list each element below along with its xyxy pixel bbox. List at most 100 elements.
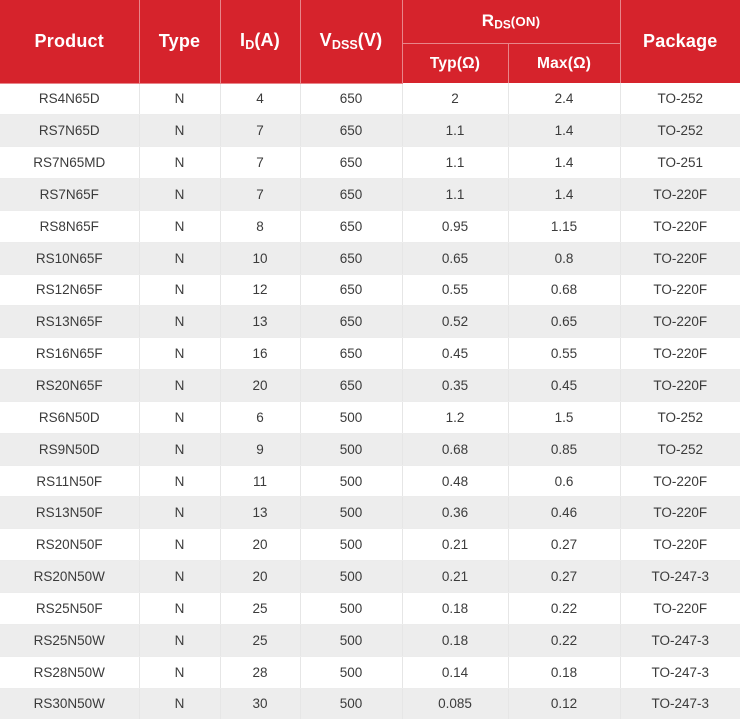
cell-rdson-typ: 0.68 xyxy=(402,433,508,465)
column-header-product-label: Product xyxy=(35,31,104,51)
cell-type: N xyxy=(139,242,220,274)
cell-rdson-max: 0.22 xyxy=(508,593,620,625)
cell-id: 10 xyxy=(220,242,300,274)
cell-rdson-max: 1.4 xyxy=(508,115,620,147)
cell-package: TO-251 xyxy=(620,147,740,179)
table-row: RS10N65FN106500.650.8TO-220F xyxy=(0,242,740,274)
cell-product: RS20N65F xyxy=(0,370,139,402)
cell-vdss: 650 xyxy=(300,306,402,338)
cell-id: 11 xyxy=(220,465,300,497)
column-header-id: ID(A) xyxy=(220,0,300,83)
column-header-rdson-typ: Typ(Ω) xyxy=(402,44,508,84)
cell-vdss: 500 xyxy=(300,497,402,529)
cell-product: RS7N65F xyxy=(0,179,139,211)
cell-rdson-max: 0.6 xyxy=(508,465,620,497)
cell-vdss: 650 xyxy=(300,179,402,211)
cell-vdss: 500 xyxy=(300,465,402,497)
cell-vdss: 650 xyxy=(300,210,402,242)
cell-product: RS12N65F xyxy=(0,274,139,306)
cell-vdss: 650 xyxy=(300,83,402,115)
cell-product: RS10N65F xyxy=(0,242,139,274)
cell-product: RS25N50W xyxy=(0,624,139,656)
cell-rdson-max: 0.65 xyxy=(508,306,620,338)
cell-vdss: 500 xyxy=(300,656,402,688)
cell-vdss: 500 xyxy=(300,561,402,593)
cell-rdson-typ: 0.085 xyxy=(402,688,508,719)
cell-type: N xyxy=(139,401,220,433)
cell-id: 4 xyxy=(220,83,300,115)
cell-rdson-max: 0.12 xyxy=(508,688,620,719)
product-specification-table: Product Type ID(A) VDSS(V) RDS(ON) Packa… xyxy=(0,0,740,719)
column-header-type-label: Type xyxy=(159,31,200,51)
cell-product: RS20N50W xyxy=(0,561,139,593)
column-header-rdson-subscript: DS xyxy=(494,18,511,32)
table-row: RS13N50FN135000.360.46TO-220F xyxy=(0,497,740,529)
cell-type: N xyxy=(139,83,220,115)
cell-package: TO-252 xyxy=(620,115,740,147)
column-header-id-unit: (A) xyxy=(254,30,280,50)
cell-package: TO-220F xyxy=(620,274,740,306)
cell-rdson-max: 0.27 xyxy=(508,561,620,593)
cell-vdss: 650 xyxy=(300,147,402,179)
table-body: RS4N65DN465022.4TO-252RS7N65DN76501.11.4… xyxy=(0,83,740,719)
table-row: RS4N65DN465022.4TO-252 xyxy=(0,83,740,115)
cell-package: TO-247-3 xyxy=(620,656,740,688)
cell-rdson-typ: 0.14 xyxy=(402,656,508,688)
cell-id: 16 xyxy=(220,338,300,370)
cell-package: TO-220F xyxy=(620,497,740,529)
cell-package: TO-247-3 xyxy=(620,624,740,656)
table-row: RS20N50WN205000.210.27TO-247-3 xyxy=(0,561,740,593)
column-header-rdson-symbol: R xyxy=(482,11,494,30)
cell-product: RS4N65D xyxy=(0,83,139,115)
cell-type: N xyxy=(139,115,220,147)
cell-id: 8 xyxy=(220,210,300,242)
cell-product: RS8N65F xyxy=(0,210,139,242)
table-row: RS12N65FN126500.550.68TO-220F xyxy=(0,274,740,306)
table-row: RS7N65MDN76501.11.4TO-251 xyxy=(0,147,740,179)
cell-rdson-max: 0.85 xyxy=(508,433,620,465)
cell-id: 20 xyxy=(220,370,300,402)
cell-vdss: 650 xyxy=(300,370,402,402)
table-row: RS9N50DN95000.680.85TO-252 xyxy=(0,433,740,465)
cell-vdss: 650 xyxy=(300,338,402,370)
cell-id: 12 xyxy=(220,274,300,306)
cell-rdson-typ: 0.48 xyxy=(402,465,508,497)
cell-type: N xyxy=(139,338,220,370)
cell-package: TO-220F xyxy=(620,179,740,211)
cell-rdson-typ: 1.1 xyxy=(402,115,508,147)
cell-rdson-max: 2.4 xyxy=(508,83,620,115)
cell-vdss: 650 xyxy=(300,115,402,147)
cell-rdson-typ: 0.35 xyxy=(402,370,508,402)
cell-type: N xyxy=(139,370,220,402)
table-row: RS7N65DN76501.11.4TO-252 xyxy=(0,115,740,147)
cell-id: 13 xyxy=(220,497,300,529)
table-row: RS30N50WN305000.0850.12TO-247-3 xyxy=(0,688,740,719)
cell-type: N xyxy=(139,624,220,656)
cell-package: TO-220F xyxy=(620,370,740,402)
cell-rdson-typ: 0.18 xyxy=(402,624,508,656)
cell-rdson-max: 0.46 xyxy=(508,497,620,529)
cell-id: 7 xyxy=(220,115,300,147)
cell-rdson-max: 0.22 xyxy=(508,624,620,656)
cell-vdss: 500 xyxy=(300,624,402,656)
column-header-rdson-max-label: Max(Ω) xyxy=(537,55,591,72)
cell-product: RS28N50W xyxy=(0,656,139,688)
cell-id: 6 xyxy=(220,401,300,433)
cell-product: RS11N50F xyxy=(0,465,139,497)
cell-type: N xyxy=(139,306,220,338)
table-row: RS16N65FN166500.450.55TO-220F xyxy=(0,338,740,370)
cell-type: N xyxy=(139,656,220,688)
column-header-rdson-group: RDS(ON) xyxy=(402,0,620,44)
cell-vdss: 500 xyxy=(300,401,402,433)
cell-id: 25 xyxy=(220,624,300,656)
column-header-product: Product xyxy=(0,0,139,83)
table-row: RS7N65FN76501.11.4TO-220F xyxy=(0,179,740,211)
cell-package: TO-247-3 xyxy=(620,561,740,593)
column-header-vdss-unit: (V) xyxy=(358,30,383,50)
table-row: RS28N50WN285000.140.18TO-247-3 xyxy=(0,656,740,688)
cell-rdson-typ: 0.55 xyxy=(402,274,508,306)
cell-type: N xyxy=(139,274,220,306)
table-row: RS6N50DN65001.21.5TO-252 xyxy=(0,401,740,433)
cell-rdson-typ: 0.52 xyxy=(402,306,508,338)
cell-rdson-typ: 1.2 xyxy=(402,401,508,433)
